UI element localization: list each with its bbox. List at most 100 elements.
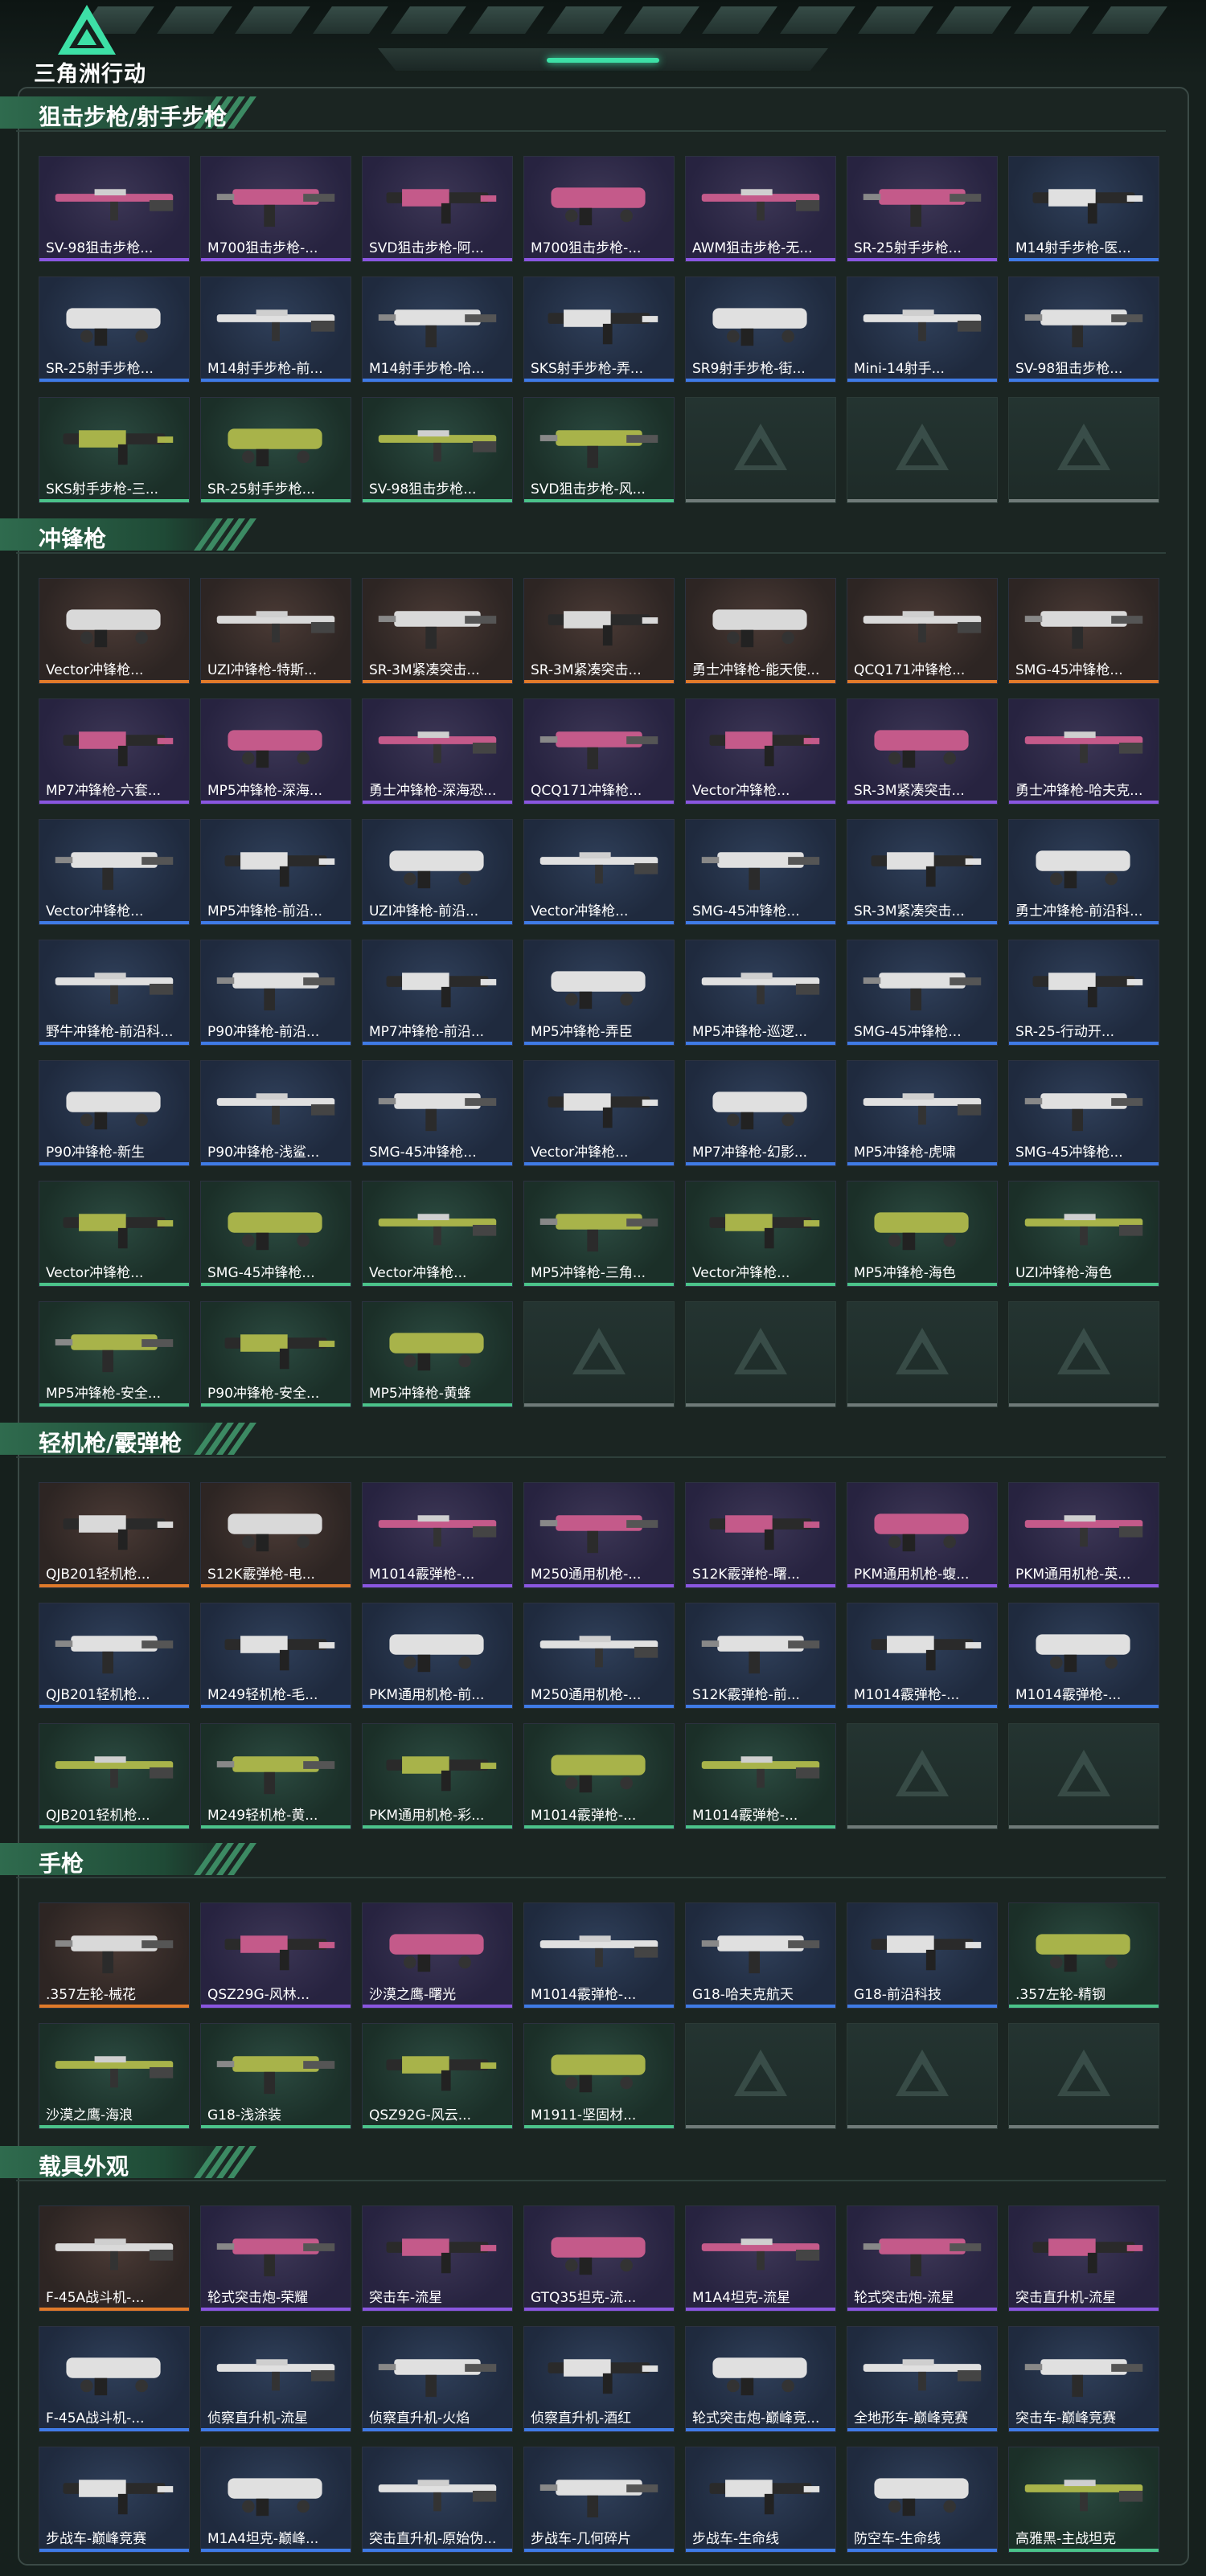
skin-card[interactable]: SR-25射手步枪...	[847, 156, 998, 262]
skin-card[interactable]: PKM通用机枪-彩...	[362, 1723, 513, 1829]
skin-card[interactable]: MP5冲锋枪-虎啸	[847, 1060, 998, 1166]
skin-card[interactable]: 侦察直升机-火焰	[362, 2326, 513, 2432]
skin-card[interactable]: MP5冲锋枪-黄蜂	[362, 1301, 513, 1407]
skin-card[interactable]: 突击直升机-流星	[1008, 2205, 1159, 2312]
skin-card[interactable]: S12K霰弹枪-前...	[685, 1603, 836, 1709]
skin-card[interactable]: M700狙击步枪-...	[523, 156, 675, 262]
skin-card[interactable]: P90冲锋枪-前沿...	[200, 940, 351, 1046]
skin-card[interactable]: 防空车-生命线	[847, 2447, 998, 2553]
skin-card[interactable]: SR-25射手步枪...	[39, 276, 190, 383]
skin-card[interactable]: S12K霰弹枪-电...	[200, 1482, 351, 1588]
skin-card[interactable]: M1014霰弹枪-...	[1008, 1603, 1159, 1709]
skin-card[interactable]: MP7冲锋枪-六套...	[39, 698, 190, 805]
skin-card[interactable]: MP5冲锋枪-巡逻...	[685, 940, 836, 1046]
skin-card[interactable]: SMG-45冲锋枪...	[1008, 578, 1159, 684]
skin-card[interactable]: SV-98狙击步枪...	[39, 156, 190, 262]
skin-card[interactable]: M1014霰弹枪-...	[362, 1482, 513, 1588]
skin-card[interactable]: MP7冲锋枪-幻影...	[685, 1060, 836, 1166]
skin-card[interactable]: QSZ92G-风云...	[362, 2023, 513, 2129]
skin-card[interactable]: 突击车-流星	[362, 2205, 513, 2312]
skin-card[interactable]: MP5冲锋枪-深海...	[200, 698, 351, 805]
skin-card[interactable]: MP5冲锋枪-前沿...	[200, 819, 351, 925]
skin-card[interactable]: 全地形车-巅峰竞赛	[847, 2326, 998, 2432]
skin-card[interactable]: 高雅黑-主战坦克	[1008, 2447, 1159, 2553]
skin-card[interactable]: 勇士冲锋枪-前沿科...	[1008, 819, 1159, 925]
skin-card[interactable]: 突击直升机-原始伪...	[362, 2447, 513, 2553]
skin-card[interactable]: P90冲锋枪-安全...	[200, 1301, 351, 1407]
skin-card[interactable]: QJB201轻机枪...	[39, 1603, 190, 1709]
skin-card[interactable]: MP7冲锋枪-前沿...	[362, 940, 513, 1046]
skin-card[interactable]: 轮式突击炮-巅峰竞...	[685, 2326, 836, 2432]
skin-card[interactable]: M1014霰弹枪-...	[847, 1603, 998, 1709]
skin-card[interactable]: Vector冲锋枪...	[685, 1181, 836, 1287]
skin-card[interactable]: QCQ171冲锋枪...	[847, 578, 998, 684]
skin-card[interactable]: 勇士冲锋枪-能天使...	[685, 578, 836, 684]
skin-card[interactable]: P90冲锋枪-新生	[39, 1060, 190, 1166]
skin-card[interactable]: G18-前沿科技	[847, 1902, 998, 2009]
skin-card[interactable]: M250通用机枪-...	[523, 1603, 675, 1709]
skin-card[interactable]: SR-25射手步枪...	[200, 397, 351, 503]
skin-card[interactable]: 轮式突击炮-流星	[847, 2205, 998, 2312]
skin-card[interactable]: M250通用机枪-...	[523, 1482, 675, 1588]
skin-card[interactable]: G18-浅涂装	[200, 2023, 351, 2129]
skin-card[interactable]: Vector冲锋枪...	[685, 698, 836, 805]
skin-card[interactable]: SMG-45冲锋枪...	[1008, 1060, 1159, 1166]
skin-card[interactable]: 步战车-巅峰竞赛	[39, 2447, 190, 2553]
skin-card[interactable]: SR-3M紧凑突击...	[847, 698, 998, 805]
skin-card[interactable]: 勇士冲锋枪-哈夫克...	[1008, 698, 1159, 805]
skin-card[interactable]: SR-3M紧凑突击...	[523, 578, 675, 684]
skin-card[interactable]: QJB201轻机枪...	[39, 1482, 190, 1588]
skin-card[interactable]: 野牛冲锋枪-前沿科...	[39, 940, 190, 1046]
skin-card[interactable]: QSZ29G-风林...	[200, 1902, 351, 2009]
skin-card[interactable]: P90冲锋枪-浅鲨...	[200, 1060, 351, 1166]
skin-card[interactable]: AWM狙击步枪-无...	[685, 156, 836, 262]
skin-card[interactable]: GTQ35坦克-流...	[523, 2205, 675, 2312]
skin-card[interactable]: Vector冲锋枪...	[39, 819, 190, 925]
skin-card[interactable]: 沙漠之鹰-曙光	[362, 1902, 513, 2009]
skin-card[interactable]: Vector冲锋枪...	[523, 819, 675, 925]
skin-card[interactable]: SMG-45冲锋枪...	[362, 1060, 513, 1166]
skin-card[interactable]: SMG-45冲锋枪...	[200, 1181, 351, 1287]
skin-card[interactable]: Vector冲锋枪...	[362, 1181, 513, 1287]
skin-card[interactable]: QJB201轻机枪...	[39, 1723, 190, 1829]
skin-card[interactable]: MP5冲锋枪-三角...	[523, 1181, 675, 1287]
skin-card[interactable]: 侦察直升机-酒红	[523, 2326, 675, 2432]
skin-card[interactable]: MP5冲锋枪-海色	[847, 1181, 998, 1287]
skin-card[interactable]: Vector冲锋枪...	[523, 1060, 675, 1166]
skin-card[interactable]: SVD狙击步枪-风...	[523, 397, 675, 503]
skin-card[interactable]: M1014霰弹枪-...	[523, 1902, 675, 2009]
skin-card[interactable]: SKS射手步枪-三...	[39, 397, 190, 503]
skin-card[interactable]: SR9射手步枪-街...	[685, 276, 836, 383]
skin-card[interactable]: MP5冲锋枪-安全...	[39, 1301, 190, 1407]
skin-card[interactable]: M14射手步枪-医...	[1008, 156, 1159, 262]
skin-card[interactable]: Mini-14射手...	[847, 276, 998, 383]
skin-card[interactable]: Vector冲锋枪...	[39, 1181, 190, 1287]
skin-card[interactable]: SR-3M紧凑突击...	[847, 819, 998, 925]
skin-card[interactable]: Vector冲锋枪...	[39, 578, 190, 684]
skin-card[interactable]: M700狙击步枪-...	[200, 156, 351, 262]
skin-card[interactable]: UZI冲锋枪-前沿...	[362, 819, 513, 925]
skin-card[interactable]: M14射手步枪-哈...	[362, 276, 513, 383]
skin-card[interactable]: 步战车-几何碎片	[523, 2447, 675, 2553]
skin-card[interactable]: SV-98狙击步枪...	[1008, 276, 1159, 383]
skin-card[interactable]: UZI冲锋枪-特斯...	[200, 578, 351, 684]
skin-card[interactable]: S12K霰弹枪-曙...	[685, 1482, 836, 1588]
skin-card[interactable]: SR-25-行动开...	[1008, 940, 1159, 1046]
skin-card[interactable]: M1A4坦克-流星	[685, 2205, 836, 2312]
skin-card[interactable]: M14射手步枪-前...	[200, 276, 351, 383]
skin-card[interactable]: M1A4坦克-巅峰...	[200, 2447, 351, 2553]
skin-card[interactable]: M249轻机枪-毛...	[200, 1603, 351, 1709]
skin-card[interactable]: SMG-45冲锋枪...	[847, 940, 998, 1046]
skin-card[interactable]: M1014霰弹枪-...	[685, 1723, 836, 1829]
skin-card[interactable]: UZI冲锋枪-海色	[1008, 1181, 1159, 1287]
skin-card[interactable]: F-45A战斗机-...	[39, 2205, 190, 2312]
skin-card[interactable]: SMG-45冲锋枪...	[685, 819, 836, 925]
skin-card[interactable]: .357左轮-械花	[39, 1902, 190, 2009]
skin-card[interactable]: 沙漠之鹰-海浪	[39, 2023, 190, 2129]
skin-card[interactable]: 侦察直升机-流星	[200, 2326, 351, 2432]
skin-card[interactable]: 轮式突击炮-荣耀	[200, 2205, 351, 2312]
skin-card[interactable]: 突击车-巅峰竞赛	[1008, 2326, 1159, 2432]
skin-card[interactable]: QCQ171冲锋枪...	[523, 698, 675, 805]
skin-card[interactable]: SKS射手步枪-弄...	[523, 276, 675, 383]
skin-card[interactable]: PKM通用机枪-前...	[362, 1603, 513, 1709]
